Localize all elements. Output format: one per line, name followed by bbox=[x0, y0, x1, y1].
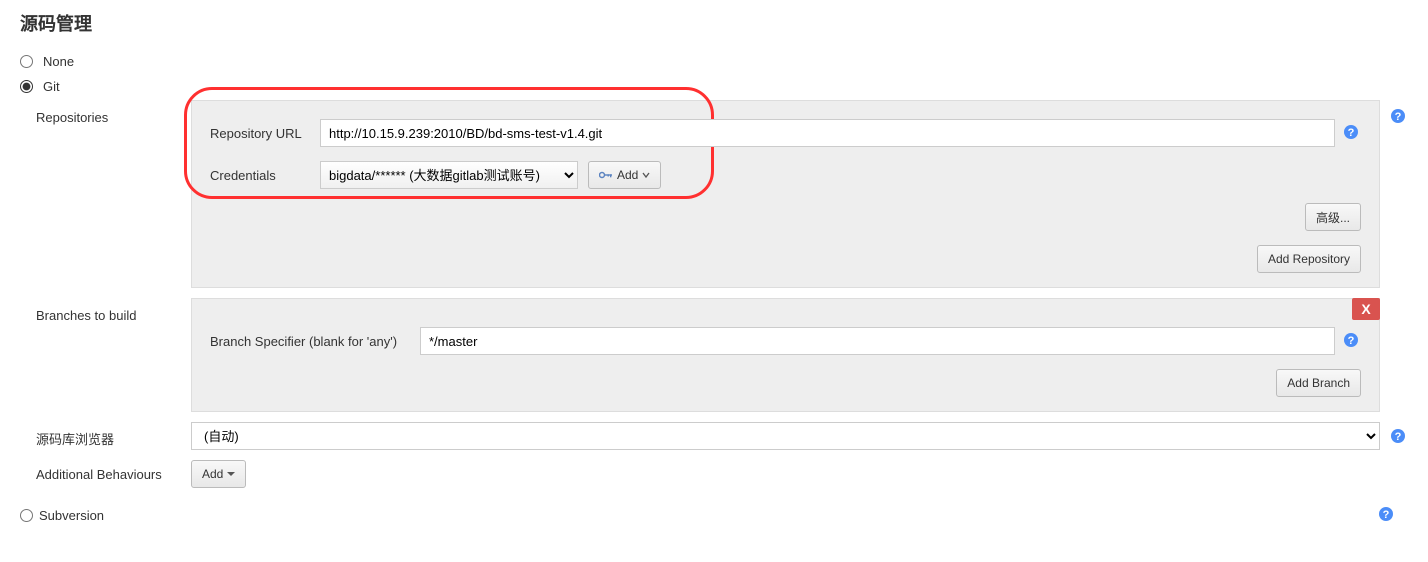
advanced-button[interactable]: 高级... bbox=[1305, 203, 1361, 231]
additional-add-button[interactable]: Add bbox=[191, 460, 246, 488]
help-icon-branches-outer bbox=[1390, 298, 1408, 306]
branches-row: Branches to build X Branch Specifier (bl… bbox=[36, 298, 1408, 412]
branches-label: Branches to build bbox=[36, 298, 191, 323]
additional-behaviours-row: Additional Behaviours Add bbox=[36, 460, 1408, 488]
credentials-add-button[interactable]: Add bbox=[588, 161, 661, 189]
repositories-row: Repositories Repository URL ? Credential… bbox=[36, 100, 1408, 288]
delete-branch-button[interactable]: X bbox=[1352, 298, 1380, 320]
repositories-panel: Repository URL ? Credentials bigdata/***… bbox=[191, 100, 1380, 288]
help-icon-repo-url[interactable]: ? bbox=[1343, 124, 1361, 143]
scm-option-none[interactable]: None bbox=[20, 50, 1408, 75]
svg-text:?: ? bbox=[1348, 335, 1355, 347]
help-icon-browser[interactable]: ? bbox=[1390, 426, 1408, 447]
key-icon bbox=[599, 168, 613, 182]
scm-radio-none[interactable] bbox=[20, 55, 33, 68]
scm-label-none: None bbox=[43, 54, 74, 69]
branches-panel: X Branch Specifier (blank for 'any') ? A… bbox=[191, 298, 1380, 412]
additional-add-label: Add bbox=[202, 467, 223, 481]
branch-specifier-input[interactable] bbox=[420, 327, 1335, 355]
scm-radio-subversion[interactable] bbox=[20, 509, 33, 522]
scm-radio-git[interactable] bbox=[20, 80, 33, 93]
svg-text:?: ? bbox=[1395, 431, 1402, 443]
repo-url-input[interactable] bbox=[320, 119, 1335, 147]
credentials-add-label: Add bbox=[617, 168, 638, 182]
credentials-select[interactable]: bigdata/****** (大数据gitlab测试账号) bbox=[320, 161, 578, 189]
svg-text:?: ? bbox=[1383, 509, 1390, 521]
credentials-line: Credentials bigdata/****** (大数据gitlab测试账… bbox=[210, 161, 1361, 189]
svg-text:?: ? bbox=[1348, 127, 1355, 139]
repositories-label: Repositories bbox=[36, 100, 191, 125]
repo-browser-select[interactable]: (自动) bbox=[191, 422, 1380, 450]
add-branch-button[interactable]: Add Branch bbox=[1276, 369, 1361, 397]
additional-behaviours-label: Additional Behaviours bbox=[36, 467, 191, 482]
credentials-label: Credentials bbox=[210, 168, 320, 183]
chevron-down-icon bbox=[227, 467, 235, 481]
help-icon-subversion[interactable]: ? bbox=[1378, 506, 1394, 525]
add-repository-button[interactable]: Add Repository bbox=[1257, 245, 1361, 273]
help-icon-branch-spec[interactable]: ? bbox=[1343, 332, 1361, 351]
repo-url-label: Repository URL bbox=[210, 126, 320, 141]
chevron-down-icon bbox=[642, 168, 650, 182]
section-title: 源码管理 bbox=[20, 10, 1408, 36]
help-icon-repositories[interactable]: ? bbox=[1390, 100, 1408, 127]
scm-label-subversion: Subversion bbox=[39, 508, 104, 523]
scm-option-git[interactable]: Git bbox=[20, 75, 1408, 100]
repo-url-line: Repository URL ? bbox=[210, 119, 1361, 147]
repo-browser-row: 源码库浏览器 (自动) ? bbox=[36, 422, 1408, 450]
repo-browser-label: 源码库浏览器 bbox=[36, 425, 191, 448]
branch-specifier-label: Branch Specifier (blank for 'any') bbox=[210, 334, 420, 349]
svg-text:?: ? bbox=[1395, 111, 1402, 123]
scm-label-git: Git bbox=[43, 79, 60, 94]
branch-specifier-line: Branch Specifier (blank for 'any') ? bbox=[210, 327, 1361, 355]
scm-option-subversion[interactable]: Subversion ? bbox=[20, 502, 1408, 531]
